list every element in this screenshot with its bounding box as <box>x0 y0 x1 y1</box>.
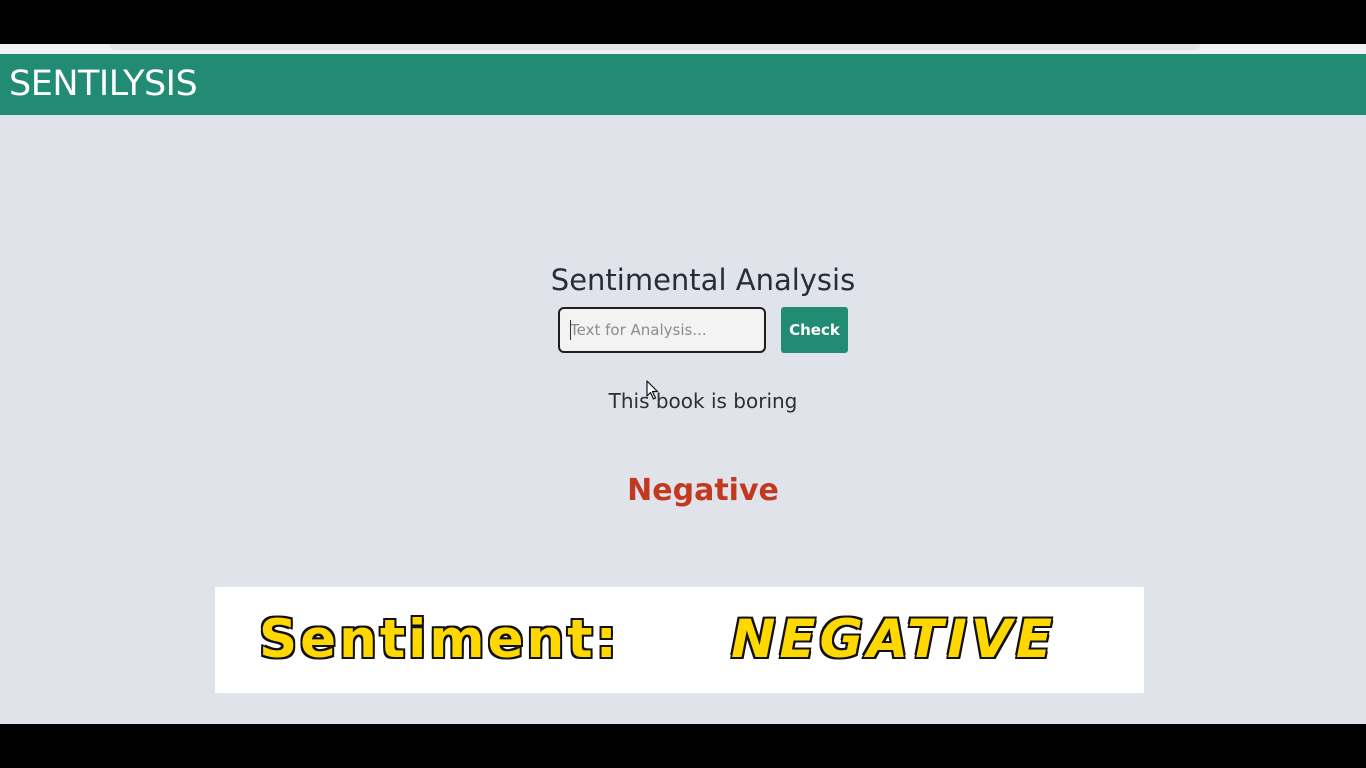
page-viewport: SENTILYSIS Sentimental Analysis Check Th… <box>0 54 1366 724</box>
check-button[interactable]: Check <box>781 307 848 353</box>
analysis-form: Check <box>558 307 850 355</box>
text-caret <box>570 320 571 340</box>
mouse-pointer-icon <box>646 380 659 400</box>
address-bar-edge <box>110 44 1200 50</box>
page-title: Sentimental Analysis <box>550 263 856 297</box>
caption-value: NEGATIVE <box>729 608 1057 672</box>
brand-logo[interactable]: SENTILYSIS <box>9 62 198 106</box>
submitted-text: This book is boring <box>608 389 798 413</box>
caption-overlay: Sentiment: NEGATIVE <box>215 587 1144 693</box>
analysis-text-input[interactable] <box>558 307 766 353</box>
video-letterbox-top <box>0 0 1366 44</box>
caption-label: Sentiment: <box>258 608 620 672</box>
sentiment-result: Negative <box>627 473 779 508</box>
browser-chrome-strip <box>0 44 1366 54</box>
navbar: SENTILYSIS <box>0 54 1366 115</box>
video-letterbox-bottom <box>0 724 1366 768</box>
